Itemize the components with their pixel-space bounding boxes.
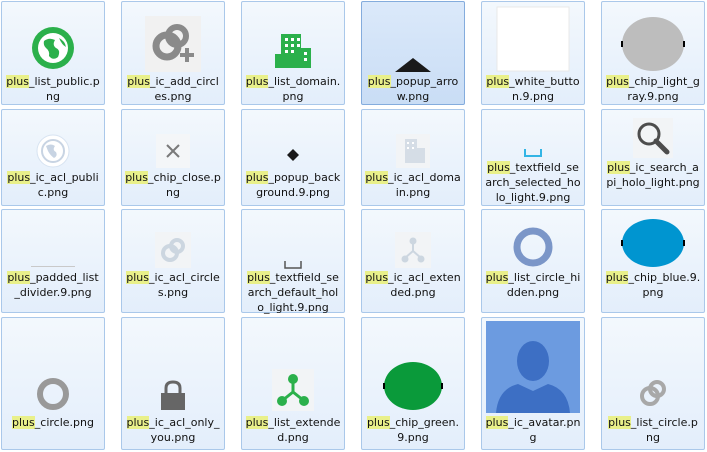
globe-icon [32, 27, 74, 69]
popup-arrow-icon [395, 58, 431, 72]
file-thumbnail [602, 318, 704, 411]
extended-icon [272, 369, 314, 411]
add-circles-icon [145, 16, 201, 72]
avatar-icon [486, 321, 580, 413]
file-thumbnail [122, 2, 224, 72]
search-icon [633, 118, 673, 158]
file-name: plus_list_extended.png [245, 416, 341, 444]
file-thumbnail [242, 2, 344, 72]
file-item[interactable]: plus_ic_search_api_holo_light.png [601, 109, 705, 206]
acl-domain-icon [396, 134, 430, 168]
file-item[interactable]: plus_chip_light_gray.9.png [601, 1, 705, 105]
file-thumbnail [362, 110, 464, 168]
white-button-icon [496, 6, 570, 72]
file-thumbnail [2, 2, 104, 72]
file-item[interactable]: plus_white_button.9.png [481, 1, 585, 105]
textfield-default-icon [284, 261, 302, 269]
file-name: plus_textfield_search_default_holo_light… [247, 271, 339, 314]
file-thumbnail [482, 2, 584, 72]
file-item[interactable]: plus_circle.png [1, 317, 105, 450]
file-name: plus_popup_arrow.png [367, 75, 459, 103]
file-name: plus_chip_close.png [125, 171, 221, 199]
circle-icon [37, 378, 69, 410]
file-item[interactable]: plus_chip_blue.9.png [601, 209, 705, 313]
file-item[interactable]: plus_ic_acl_public.png [1, 109, 105, 206]
file-item[interactable]: plus_textfield_search_selected_holo_ligh… [481, 109, 585, 206]
file-name: plus_list_circle.png [608, 416, 698, 444]
file-name: plus_ic_acl_circles.png [126, 271, 220, 299]
file-name: plus_padded_list_divider.9.png [7, 271, 99, 299]
file-name: plus_ic_acl_only_you.png [126, 416, 220, 444]
file-thumbnail [2, 318, 104, 411]
list-circle-icon [640, 380, 666, 406]
file-item[interactable]: plus_ic_acl_domain.png [361, 109, 465, 206]
file-item[interactable]: plus_ic_avatar.png [481, 317, 585, 450]
file-name: plus_ic_acl_extended.png [365, 271, 461, 299]
file-thumbnail [602, 210, 704, 268]
file-item[interactable]: plus_chip_close.png [121, 109, 225, 206]
file-name: plus_white_button.9.png [486, 75, 580, 103]
file-item[interactable]: plus_list_extended.png [241, 317, 345, 450]
file-name: plus_list_public.png [6, 75, 100, 103]
acl-circles-icon [155, 232, 191, 268]
file-item[interactable]: plus_popup_arrow.png [361, 1, 465, 105]
file-item[interactable]: plus_list_circle_hidden.png [481, 209, 585, 313]
file-name: plus_chip_light_gray.9.png [606, 75, 700, 103]
file-name: plus_circle.png [12, 416, 94, 429]
file-item[interactable]: plus_popup_background.9.png [241, 109, 345, 206]
file-item[interactable]: plus_ic_acl_circles.png [121, 209, 225, 313]
file-name: plus_ic_search_api_holo_light.png [606, 161, 700, 189]
domain-icon [275, 34, 311, 68]
chip-blue-icon [621, 219, 685, 267]
file-thumbnail [362, 318, 464, 411]
close-icon [156, 134, 190, 168]
file-thumbnail [122, 110, 224, 168]
file-item[interactable]: plus_ic_add_circles.png [121, 1, 225, 105]
file-thumbnail [242, 210, 344, 270]
chip-light-gray-icon [621, 17, 685, 71]
file-name: plus_popup_background.9.png [245, 171, 341, 199]
acl-extended-icon [395, 232, 431, 268]
textfield-selected-icon [524, 149, 542, 157]
lock-icon [161, 380, 185, 410]
file-thumbnail [482, 110, 584, 158]
file-thumbnail [2, 210, 104, 270]
file-item[interactable]: plus_padded_list_divider.9.png [1, 209, 105, 313]
file-name: plus_chip_green.9.png [366, 416, 460, 444]
file-name: plus_textfield_search_selected_holo_ligh… [485, 161, 581, 204]
acl-public-icon [36, 134, 70, 168]
file-thumbnail [122, 318, 224, 411]
circle-hidden-icon [513, 227, 553, 267]
file-item[interactable]: plus_list_public.png [1, 1, 105, 105]
file-name: plus_list_circle_hidden.png [485, 271, 581, 299]
file-thumbnail [2, 110, 104, 168]
file-name: plus_ic_add_circles.png [127, 75, 219, 103]
file-item[interactable]: plus_ic_acl_only_you.png [121, 317, 225, 450]
file-thumbnail [602, 2, 704, 72]
file-item[interactable]: plus_list_domain.png [241, 1, 345, 105]
file-item[interactable]: plus_chip_green.9.png [361, 317, 465, 450]
file-name: plus_ic_avatar.png [485, 416, 581, 444]
file-item[interactable]: plus_textfield_search_default_holo_light… [241, 209, 345, 314]
file-item[interactable]: plus_ic_acl_extended.png [361, 209, 465, 313]
file-thumbnail [482, 210, 584, 268]
file-name: plus_ic_acl_domain.png [365, 171, 461, 199]
popup-background-icon [287, 149, 299, 161]
file-thumbnail [362, 210, 464, 270]
file-thumbnail [242, 110, 344, 168]
file-thumbnail [122, 210, 224, 270]
file-thumbnail [482, 318, 584, 413]
chip-green-icon [383, 362, 443, 410]
file-item[interactable]: plus_list_circle.png [601, 317, 705, 450]
file-thumbnail [242, 318, 344, 411]
file-thumbnail [602, 110, 704, 158]
file-name: plus_chip_blue.9.png [605, 271, 701, 299]
file-name: plus_list_domain.png [245, 75, 341, 103]
file-name: plus_ic_acl_public.png [7, 171, 99, 199]
file-thumbnail [362, 2, 464, 72]
